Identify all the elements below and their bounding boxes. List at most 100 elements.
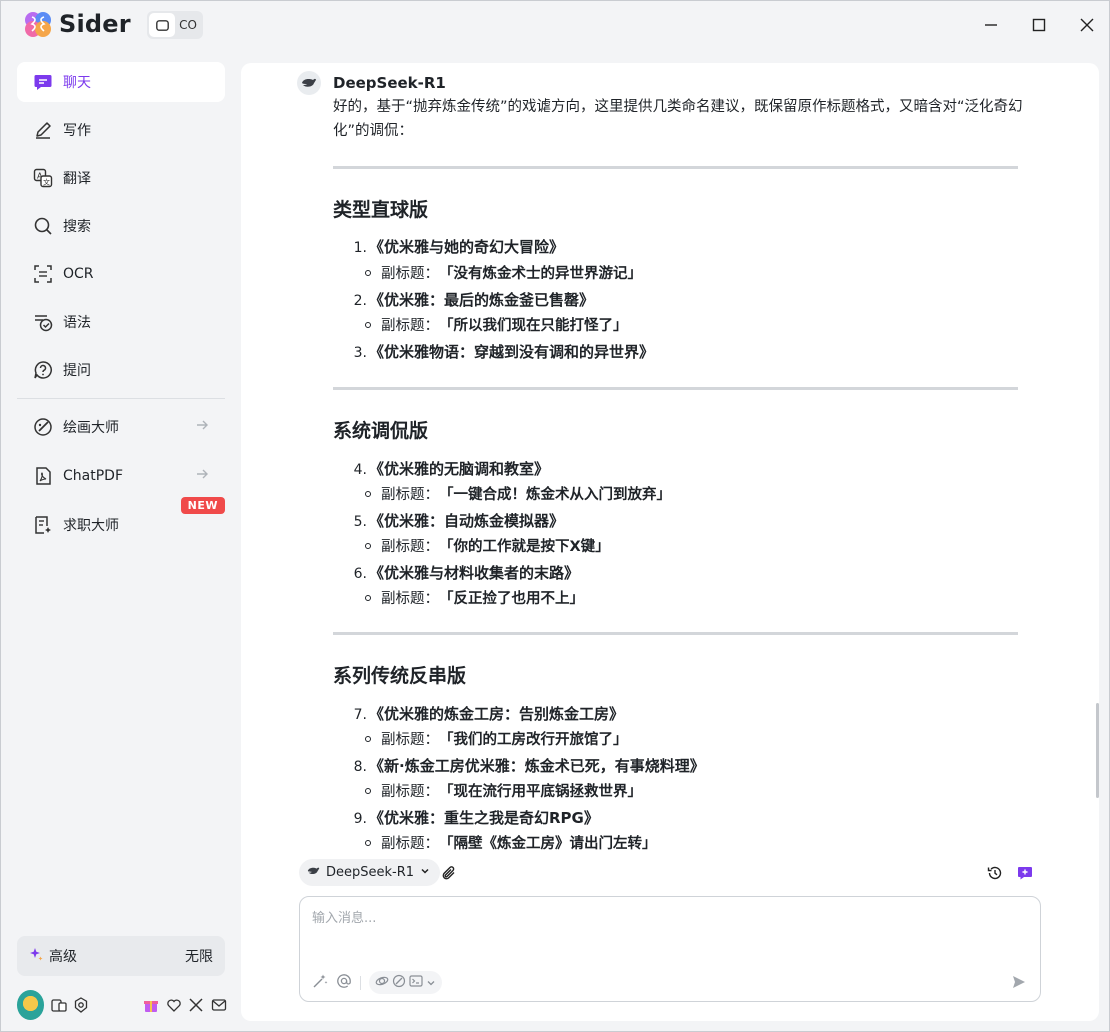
arrow-right-icon [195,467,209,485]
web-access-icon [375,973,389,992]
list-item: 8. 《新·炼金工房优米雅：炼金术已死，有事烧料理》 [353,757,705,775]
message-input[interactable] [312,907,1012,947]
input-tools [312,971,442,994]
deepseek-whale-icon [297,71,321,95]
new-chat-icon[interactable] [1015,863,1035,883]
section-divider [333,387,1018,390]
view-toggle[interactable]: CO [147,11,203,39]
section-title: 类型直球版 [333,199,429,221]
sub-list-item: 副标题： 「现在流行用平底锅拯救世界」 [365,780,642,801]
plan-tier: 高级 [49,949,77,965]
plan-status[interactable]: 高级 无限 [17,936,225,976]
grammar-check-icon [33,312,53,332]
settings-gear-icon[interactable] [73,996,89,1014]
list-item: 3. 《优米雅物语：穿越到没有调和的异世界》 [353,343,655,361]
list-item: 2. 《优米雅：最后的炼金釜已售罄》 [353,291,595,309]
message-header: DeepSeek-R1 [297,71,446,95]
list-item: 9. 《优米雅：重生之我是奇幻RPG》 [353,809,599,827]
message-intro: 好的，基于“抛弃炼金传统”的戏谑方向，这里提供几类命名建议，既保留原作标题格式，… [333,99,1023,139]
app-name: Sider [59,10,131,38]
section-title: 系统调侃版 [333,420,429,442]
magic-wand-icon[interactable] [312,973,328,993]
sidebar-item-grammar[interactable]: 语法 [17,302,225,342]
sidebar-item-label: 聊天 [63,75,91,91]
sidebar-item-ocr[interactable]: OCR [17,254,225,294]
sidebar-item-job-master[interactable]: 求职大师 NEW [17,497,225,545]
sider-logo-icon [23,9,53,39]
section-divider [333,632,1018,635]
chat-scrollbar[interactable] [1096,703,1099,798]
sidebar-item-label: 绘画大师 [63,420,119,436]
sub-list-item: 副标题： 「反正捡了也用不上」 [365,587,584,608]
deepseek-whale-icon [307,865,320,880]
history-icon[interactable] [985,863,1005,883]
sub-list-item: 副标题： 「所以我们现在只能打怪了」 [365,314,628,335]
window-view-button[interactable] [149,13,175,37]
avatar[interactable] [17,990,45,1020]
terminal-icon [409,973,423,992]
sidebar-item-label: ChatPDF [63,468,123,484]
tool-options-group[interactable] [369,971,442,994]
heart-icon[interactable] [166,996,182,1014]
app-logo: Sider [23,9,131,39]
sub-list-item: 副标题： 「隔壁《炼金工房》请出门左转」 [365,832,657,853]
sub-list-item: 副标题： 「我们的工房改行开旅馆了」 [365,728,628,749]
arrow-right-icon [195,418,209,436]
sidebar: 聊天 写作 A文 翻译 搜索 OCR 语法 提问 绘画大师 ChatPDF 求职… [1,49,241,1032]
search-icon [33,216,53,236]
attach-paperclip-icon[interactable] [439,863,459,883]
minimize-button[interactable] [979,13,1003,37]
close-button[interactable] [1075,13,1099,37]
plan-limit: 无限 [185,949,213,965]
translate-icon: A文 [33,168,53,188]
list-item: 7. 《优米雅的炼金工房：告别炼金工房》 [353,705,625,723]
app-window: Sider CO 聊天 写作 A 文 翻译 搜索 OCR 语法 提问 绘画大师 … [0,0,1110,1032]
section-divider [333,166,1018,169]
pen-icon [33,120,53,140]
co-view-button[interactable]: CO [175,13,201,37]
send-icon[interactable] [1008,971,1030,993]
bot-name: DeepSeek-R1 [333,74,446,92]
sub-list-item: 副标题： 「一键合成！炼金术从入门到放弃」 [365,483,671,504]
new-badge: NEW [180,497,225,514]
sidebar-item-paint-master[interactable]: 绘画大师 [17,407,225,447]
message-input-box [299,896,1041,1002]
maximize-button[interactable] [1027,13,1051,37]
gift-icon[interactable] [143,996,159,1014]
list-item: 6. 《优米雅与材料收集者的末路》 [353,564,580,582]
sub-list-item: 副标题： 「你的工作就是按下X键」 [365,535,610,556]
x-twitter-icon[interactable] [188,996,204,1014]
svg-text:文: 文 [43,178,50,187]
title-bar: Sider CO [1,1,1110,49]
question-icon [33,360,53,380]
model-name: DeepSeek-R1 [326,865,415,880]
pdf-icon [33,466,53,486]
sidebar-item-ask[interactable]: 提问 [17,350,225,390]
sidebar-item-chatpdf[interactable]: ChatPDF [17,456,225,496]
mail-icon[interactable] [211,996,227,1014]
paint-icon [392,973,406,992]
sidebar-item-label: OCR [63,266,94,282]
list-item: 4. 《优米雅的无脑调和教室》 [353,460,550,478]
composer-toolbar: DeepSeek-R1 [299,859,1032,887]
section-title: 系列传统反串版 [333,665,467,687]
sidebar-item-label: 搜索 [63,219,91,235]
list-item: 1. 《优米雅与她的奇幻大冒险》 [353,238,565,256]
sidebar-item-search[interactable]: 搜索 [17,206,225,246]
chevron-down-icon [420,865,430,880]
sidebar-divider [17,398,225,399]
devices-icon[interactable] [50,996,67,1014]
paint-icon [33,417,53,437]
sidebar-item-label: 语法 [63,315,91,331]
mention-at-icon[interactable] [336,973,352,993]
sidebar-item-write[interactable]: 写作 [17,110,225,150]
model-selector[interactable]: DeepSeek-R1 [299,859,441,886]
sparkle-icon [29,947,43,965]
sidebar-item-label: 提问 [63,363,91,379]
chat-panel: DeepSeek-R1 好的，基于“抛弃炼金传统”的戏谑方向，这里提供几类命名建… [241,63,1099,1021]
sub-list-item: 副标题： 「没有炼金术士的异世界游记」 [365,262,642,283]
sidebar-item-label: 求职大师 [63,518,119,534]
sidebar-item-chat[interactable]: 聊天 [17,62,225,102]
sidebar-item-translate[interactable]: A文 翻译 [17,158,225,198]
chat-icon [33,72,53,92]
